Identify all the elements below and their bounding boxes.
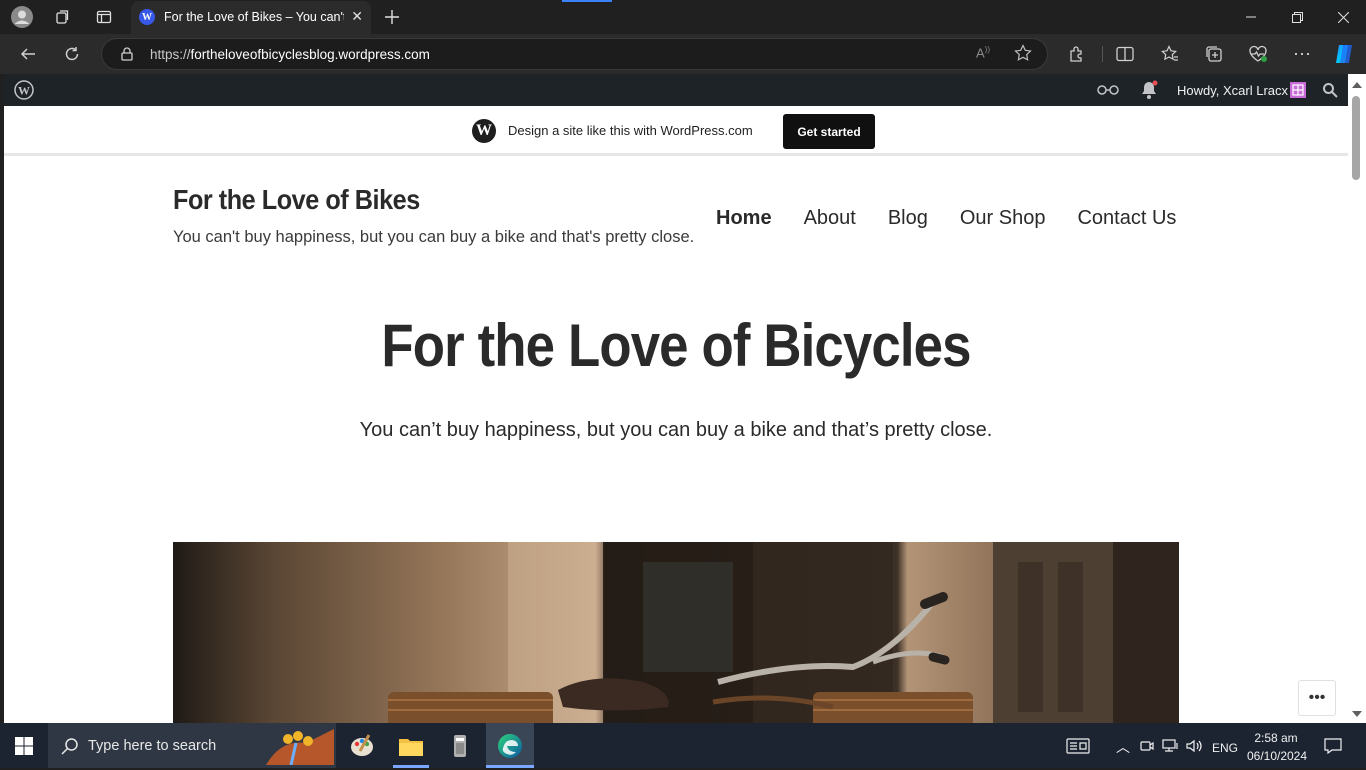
clock-time[interactable]: 2:58 am — [1248, 731, 1304, 745]
back-arrow-icon[interactable] — [16, 42, 40, 66]
network-icon[interactable] — [1162, 739, 1180, 756]
windows-taskbar: Type here to search ︿ ENG 2:58 am 06/10/… — [0, 723, 1366, 768]
bicycle-hero-image — [173, 542, 1179, 723]
volume-icon[interactable] — [1186, 739, 1204, 756]
address-bar[interactable]: https://fortheloveofbicyclesblog.wordpre… — [101, 38, 1048, 70]
browser-tab-bar: W For the Love of Bikes – You can't buy … — [0, 0, 1366, 34]
wordpress-favicon-icon: W — [139, 9, 155, 25]
howdy-user-label[interactable]: Howdy, Xcarl Lracx — [1177, 74, 1288, 106]
notification-center-icon[interactable] — [1324, 738, 1342, 757]
clock-date[interactable]: 06/10/2024 — [1246, 749, 1308, 763]
hero-subtitle: You can’t buy happiness, but you can buy… — [359, 419, 993, 441]
taskbar-search-box[interactable]: Type here to search — [48, 723, 336, 768]
favorites-icon[interactable] — [1158, 42, 1182, 66]
taskbar-app-icon[interactable] — [436, 723, 484, 768]
user-avatar[interactable] — [1290, 74, 1306, 106]
extensions-icon[interactable] — [1065, 42, 1089, 66]
scroll-down-arrow-icon[interactable] — [1352, 711, 1362, 717]
collections-icon[interactable] — [1202, 42, 1226, 66]
nav-item-blog[interactable]: Blog — [888, 207, 928, 233]
nav-item-about[interactable]: About — [804, 207, 856, 233]
read-aloud-icon[interactable]: A)) — [976, 45, 990, 60]
browser-essentials-icon[interactable] — [1246, 42, 1270, 66]
nav-item-our-shop[interactable]: Our Shop — [960, 207, 1046, 233]
start-button[interactable] — [0, 723, 48, 768]
paint-app-icon[interactable] — [338, 723, 386, 768]
more-options-icon[interactable]: ⋯ — [1290, 42, 1314, 66]
close-window-button[interactable] — [1320, 0, 1366, 34]
workspaces-icon[interactable] — [50, 5, 74, 29]
wpcom-promo-banner: W Design a site like this with WordPress… — [4, 106, 1348, 156]
meet-now-icon[interactable] — [1140, 739, 1154, 756]
wp-admin-bar: W Howdy, Xcarl Lracx — [4, 74, 1348, 106]
split-screen-icon[interactable] — [1113, 42, 1137, 66]
banner-text[interactable]: Design a site like this with WordPress.c… — [508, 123, 753, 138]
nav-item-home[interactable]: Home — [716, 207, 772, 233]
primary-navigation: Home About Blog Our Shop Contact Us — [716, 207, 1208, 233]
news-widget-icon[interactable] — [1066, 738, 1090, 757]
search-placeholder: Type here to search — [88, 738, 217, 754]
restore-button[interactable] — [1274, 0, 1320, 34]
hero-title: For the Love of Bicycles — [381, 312, 971, 379]
browser-toolbar: https://fortheloveofbicyclesblog.wordpre… — [0, 34, 1366, 74]
page-scrollbar[interactable] — [1348, 74, 1366, 723]
nav-item-contact-us[interactable]: Contact Us — [1077, 207, 1176, 233]
scroll-up-arrow-icon[interactable] — [1352, 82, 1362, 88]
file-explorer-icon[interactable] — [387, 723, 435, 768]
notifications-bell-icon[interactable] — [1140, 74, 1158, 106]
close-tab-icon[interactable]: ✕ — [351, 8, 363, 25]
toolbar-divider — [1102, 46, 1103, 62]
minimize-button[interactable] — [1228, 0, 1274, 34]
wordpress-logo-icon: W — [472, 119, 496, 143]
site-title[interactable]: For the Love of Bikes — [173, 184, 420, 216]
lock-icon[interactable] — [120, 47, 134, 66]
edge-app-icon[interactable] — [486, 723, 534, 768]
vertical-tabs-icon[interactable] — [92, 5, 116, 29]
search-icon — [61, 737, 79, 760]
get-started-button[interactable]: Get started — [783, 114, 875, 149]
svg-text:W: W — [18, 84, 30, 98]
search-icon[interactable] — [1322, 74, 1338, 106]
loading-indicator — [562, 0, 612, 2]
show-hidden-icons-chevron-icon[interactable]: ︿ — [1116, 737, 1130, 757]
url-text[interactable]: https://fortheloveofbicyclesblog.wordpre… — [150, 47, 430, 62]
refresh-icon[interactable] — [60, 42, 84, 66]
copilot-icon[interactable] — [1331, 42, 1357, 66]
tab-title: For the Love of Bikes – You can't buy ha… — [164, 10, 344, 24]
profile-avatar-icon[interactable] — [10, 5, 34, 29]
favorite-star-icon[interactable] — [1014, 44, 1032, 67]
wordpress-logo-icon[interactable]: W — [14, 74, 34, 106]
more-actions-button[interactable]: ••• — [1298, 680, 1336, 716]
site-tagline: You can't buy happiness, but you can buy… — [173, 228, 695, 246]
page-content: W Design a site like this with WordPress… — [4, 106, 1348, 723]
search-highlight-image — [266, 729, 334, 770]
reader-glasses-icon[interactable] — [1096, 74, 1120, 106]
active-tab[interactable]: W For the Love of Bikes – You can't buy … — [131, 1, 371, 34]
scroll-thumb[interactable] — [1352, 96, 1360, 180]
new-tab-button[interactable] — [380, 5, 404, 29]
language-indicator[interactable]: ENG — [1212, 741, 1238, 755]
